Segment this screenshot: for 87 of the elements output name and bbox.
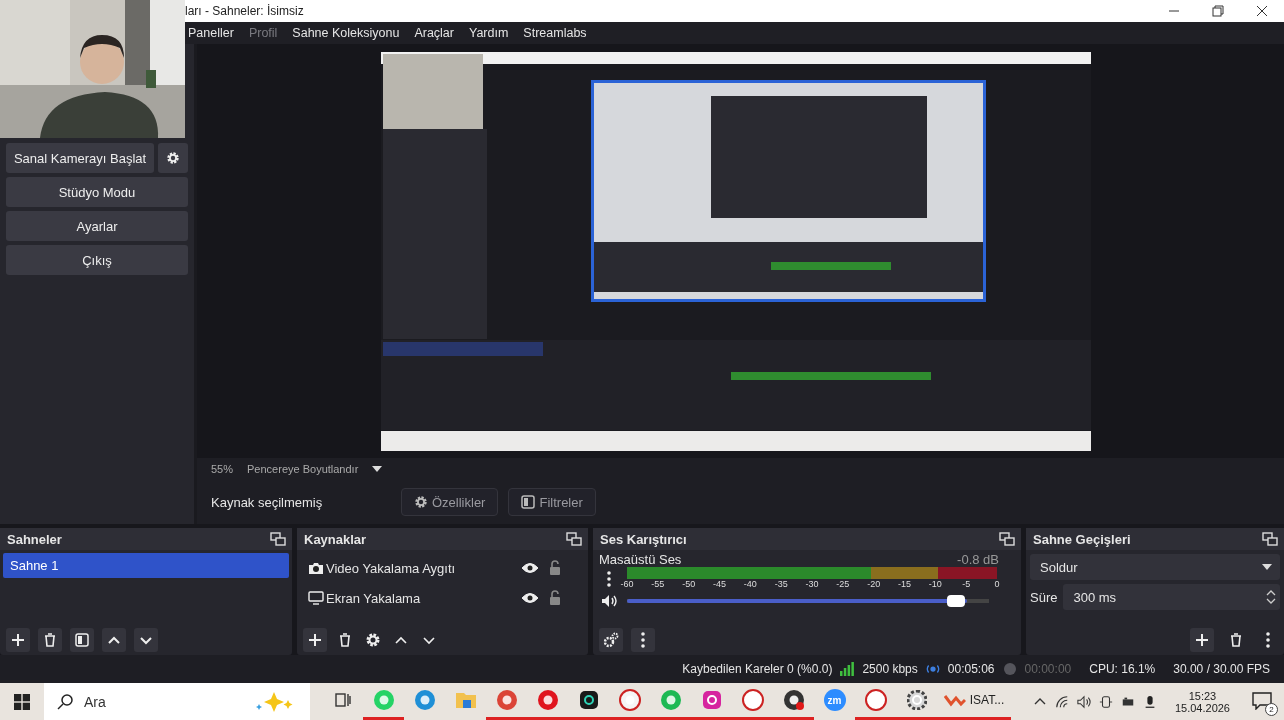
search-bar[interactable]: Ara	[44, 683, 310, 720]
add-icon[interactable]	[303, 628, 327, 652]
undock-icon[interactable]	[1262, 532, 1278, 546]
control-button[interactable]: Stüdyo Modu	[6, 177, 188, 207]
clock-time[interactable]: 15:23	[1188, 689, 1217, 702]
unlock-icon[interactable]	[549, 560, 561, 576]
start-icon[interactable]	[14, 693, 30, 710]
virtual-camera-button[interactable]: Sanal Kamerayı Başlat	[6, 143, 154, 173]
search-icon	[56, 692, 74, 711]
zoom-level: 55%	[211, 463, 234, 475]
camera-icon	[308, 561, 324, 575]
caret-icon	[1262, 564, 1272, 570]
trash-icon[interactable]	[38, 628, 62, 652]
settings-button[interactable]	[158, 143, 188, 173]
tick-label: -50	[682, 579, 696, 589]
panel-title: Kaynaklar	[304, 531, 368, 547]
tick-label: -5	[962, 579, 971, 589]
source-name[interactable]: Video Yakalama Aygıtı	[326, 560, 519, 576]
fps-reading: 30.00 / 30.00 FPS	[1173, 662, 1270, 676]
transition-dropdown[interactable]: Soldur	[1030, 554, 1280, 580]
panel-title: Ses Karıştırıcı	[600, 531, 688, 547]
close-icon[interactable]	[1256, 5, 1268, 17]
properties-button[interactable]: Özellikler	[401, 488, 499, 516]
menu-item[interactable]: Paneller	[188, 26, 234, 40]
spin-arrows-icon	[1266, 589, 1276, 605]
bitrate: 2500 kbps	[862, 662, 918, 676]
gear-icon	[166, 151, 180, 165]
tick-label: -25	[836, 579, 850, 589]
channel-name: Masaüstü Ses	[599, 552, 682, 567]
taskbar-app[interactable]: ISAT...	[937, 683, 1011, 720]
tick-label: -10	[928, 579, 942, 589]
tick-label: 0	[994, 579, 1000, 589]
record-icon	[1002, 662, 1017, 676]
stream-time: 00:05:06	[947, 662, 995, 676]
up-icon[interactable]	[102, 628, 126, 652]
down-icon[interactable]	[134, 628, 158, 652]
duration-label: Süre	[1030, 589, 1058, 605]
stream-icon	[925, 662, 940, 676]
gear-icon	[414, 495, 428, 509]
control-button[interactable]: Çıkış	[6, 245, 188, 275]
phone-link-icon[interactable]	[1098, 694, 1113, 709]
add-icon[interactable]	[6, 628, 30, 652]
undock-icon[interactable]	[999, 532, 1015, 546]
record-time: 00:00:00	[1024, 662, 1072, 676]
dropped-frames: Kaybedilen Kareler 0 (%0.0)	[682, 662, 833, 676]
source-status: Kaynak seçilmemiş	[211, 494, 324, 510]
menu-item[interactable]: Streamlabs	[523, 26, 587, 40]
tick-label: -15	[898, 579, 911, 589]
menu-item[interactable]: Sahne Koleksiyonu	[292, 26, 400, 40]
wifi-icon[interactable]	[1054, 694, 1069, 709]
undock-icon[interactable]	[270, 532, 286, 546]
scene-item[interactable]: Sahne 1	[3, 553, 289, 578]
filter-icon	[521, 495, 536, 509]
monitor-icon	[308, 591, 324, 605]
eye-icon[interactable]	[521, 562, 539, 574]
undock-icon[interactable]	[566, 532, 582, 546]
volume-reading: -0.8 dB	[957, 552, 999, 567]
panel-title: Sahneler	[7, 531, 63, 547]
menu-item[interactable]: Yardım	[469, 26, 509, 40]
more-icon[interactable]	[631, 628, 655, 652]
window-title: ları - Sahneler: İsimsiz	[185, 4, 305, 18]
menu-item[interactable]: Araçlar	[414, 26, 454, 40]
unlock-icon[interactable]	[549, 590, 561, 606]
tick-label: -30	[805, 579, 819, 589]
filters-button[interactable]: Filtreler	[508, 488, 596, 516]
signal-icon	[840, 662, 855, 676]
search-input[interactable]: Ara	[82, 692, 256, 711]
tick-label: -35	[774, 579, 788, 589]
source-name[interactable]: Ekran Yakalama	[326, 590, 519, 606]
cpu-usage: CPU: 16.1%	[1089, 662, 1156, 676]
duration-field[interactable]: 300 ms	[1063, 584, 1280, 610]
clock-date[interactable]: 15.04.2026	[1174, 701, 1230, 714]
gears-icon[interactable]	[599, 628, 623, 652]
control-button[interactable]: Ayarlar	[6, 211, 188, 241]
add-icon[interactable]	[1190, 628, 1214, 652]
scale-dropdown[interactable]: Pencereye Boyutlandır	[247, 463, 359, 475]
filter-icon[interactable]	[70, 628, 94, 652]
tick-label: -55	[651, 579, 665, 589]
tick-label: -45	[713, 579, 726, 589]
volume-icon[interactable]	[1076, 694, 1091, 709]
panel-title: Sahne Geçişleri	[1033, 531, 1132, 547]
caret-icon[interactable]	[372, 466, 383, 472]
tick-label: -20	[867, 579, 881, 589]
restore-icon[interactable]	[1212, 5, 1224, 17]
tick-label: -60	[620, 579, 634, 589]
tick-label: -40	[743, 579, 757, 589]
eye-icon[interactable]	[521, 592, 539, 604]
